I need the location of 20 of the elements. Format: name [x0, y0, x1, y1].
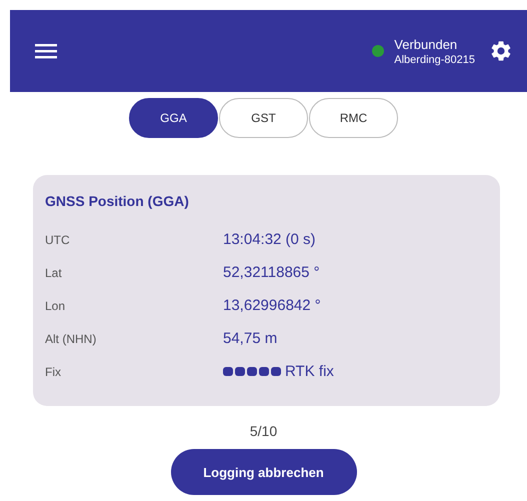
tab[interactable]: RMC	[309, 98, 398, 138]
card-title: GNSS Position (GGA)	[45, 193, 190, 209]
progress-count: 5/10	[248, 423, 278, 439]
field-label: Lat	[45, 266, 63, 280]
cancel-logging-button[interactable]: Logging abbrechen	[170, 449, 356, 495]
field-value: RTK fix	[285, 363, 334, 380]
field-label: Lon	[45, 298, 66, 312]
field-label: UTC	[45, 232, 71, 246]
field-value: 52,32118865 °	[223, 264, 320, 281]
tab[interactable]: GGA	[129, 98, 218, 138]
settings-icon[interactable]	[489, 39, 513, 63]
field-label: Fix	[45, 364, 62, 378]
connection-status: Verbunden	[394, 36, 458, 52]
field-value: 13:04:32 (0 s)	[223, 231, 316, 248]
menu-icon[interactable]	[35, 43, 57, 59]
field-label: Alt (NHN)	[45, 332, 98, 346]
field-value: 13,62996842 °	[223, 297, 321, 314]
tab[interactable]: GST	[219, 98, 308, 138]
field-value: 54,75 m	[223, 330, 278, 347]
device-name: Alberding-80215	[394, 54, 475, 66]
